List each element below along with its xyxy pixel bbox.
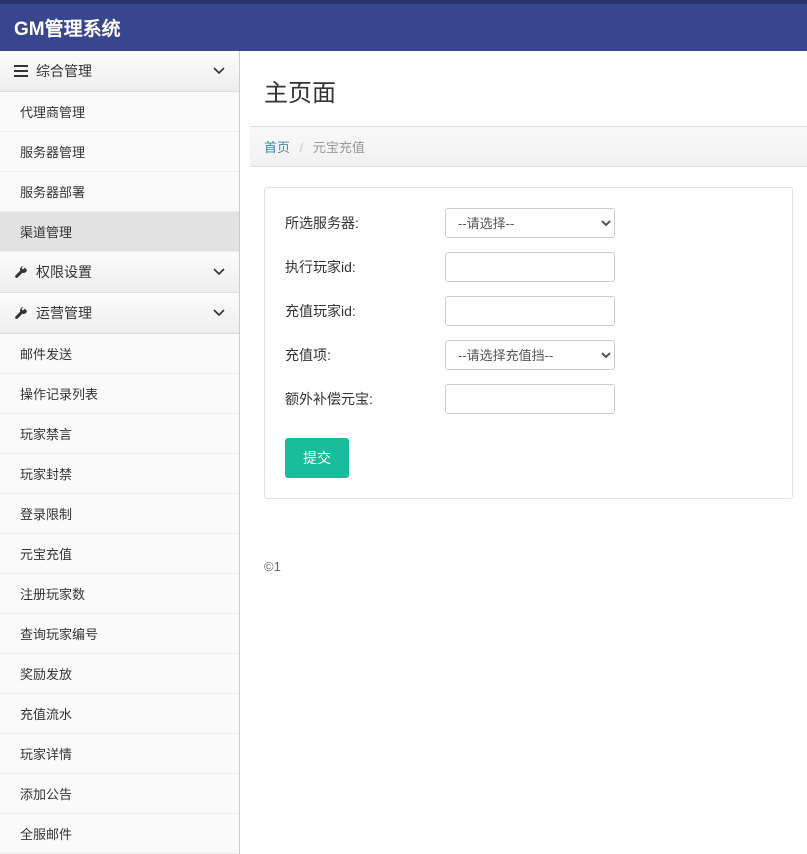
server-label: 所选服务器: [285, 213, 445, 233]
wrench-icon [14, 265, 28, 279]
sidebar: 综合管理 代理商管理 服务器管理 服务器部署 渠道管理 权限设置 运营管理 [0, 51, 240, 854]
footer-text: ©1 [250, 519, 807, 614]
sidebar-item-channel[interactable]: 渠道管理 [0, 212, 239, 252]
chevron-down-icon [213, 268, 225, 276]
sidebar-item-mute[interactable]: 玩家禁言 [0, 414, 239, 454]
sidebar-item-mail-send[interactable]: 邮件发送 [0, 334, 239, 374]
sidebar-item-add-notice[interactable]: 添加公告 [0, 774, 239, 814]
submit-button[interactable]: 提交 [285, 438, 349, 478]
menu-group-general[interactable]: 综合管理 [0, 51, 239, 92]
app-title: GM管理系统 [14, 19, 121, 40]
wrench-icon [14, 306, 28, 320]
chevron-down-icon [213, 309, 225, 317]
recharge-item-label: 充值项: [285, 345, 445, 365]
list-icon [14, 65, 28, 77]
menu-group-operation[interactable]: 运营管理 [0, 293, 239, 334]
exec-player-input[interactable] [445, 252, 615, 282]
sidebar-item-ban[interactable]: 玩家封禁 [0, 454, 239, 494]
page-title: 主页面 [250, 51, 807, 126]
submenu-operation: 邮件发送 操作记录列表 玩家禁言 玩家封禁 登录限制 元宝充值 注册玩家数 查询… [0, 334, 239, 854]
sidebar-item-agent[interactable]: 代理商管理 [0, 92, 239, 132]
sidebar-item-player-detail[interactable]: 玩家详情 [0, 734, 239, 774]
recharge-player-label: 充值玩家id: [285, 301, 445, 321]
menu-group-label: 综合管理 [36, 61, 92, 81]
sidebar-item-query-player[interactable]: 查询玩家编号 [0, 614, 239, 654]
sidebar-item-oplog[interactable]: 操作记录列表 [0, 374, 239, 414]
breadcrumb-home[interactable]: 首页 [264, 140, 290, 155]
menu-group-label: 权限设置 [36, 262, 92, 282]
app-header: GM管理系统 [0, 0, 807, 51]
recharge-player-input[interactable] [445, 296, 615, 326]
sidebar-item-global-mail[interactable]: 全服邮件 [0, 814, 239, 854]
main-content: 主页面 首页 / 元宝充值 所选服务器: --请选择-- 执行玩家id: [240, 51, 807, 854]
extra-input[interactable] [445, 384, 615, 414]
breadcrumb-separator: / [300, 140, 304, 155]
exec-player-label: 执行玩家id: [285, 257, 445, 277]
sidebar-item-reward[interactable]: 奖励发放 [0, 654, 239, 694]
submenu-general: 代理商管理 服务器管理 服务器部署 渠道管理 [0, 92, 239, 252]
breadcrumb: 首页 / 元宝充值 [250, 126, 807, 167]
form-panel: 所选服务器: --请选择-- 执行玩家id: 充值玩家id: [264, 187, 793, 499]
sidebar-item-recharge[interactable]: 元宝充值 [0, 534, 239, 574]
extra-label: 额外补偿元宝: [285, 389, 445, 409]
menu-group-permission[interactable]: 权限设置 [0, 252, 239, 293]
sidebar-item-server-manage[interactable]: 服务器管理 [0, 132, 239, 172]
sidebar-item-server-deploy[interactable]: 服务器部署 [0, 172, 239, 212]
sidebar-item-recharge-flow[interactable]: 充值流水 [0, 694, 239, 734]
server-select[interactable]: --请选择-- [445, 208, 615, 238]
menu-group-label: 运营管理 [36, 303, 92, 323]
breadcrumb-current: 元宝充值 [313, 140, 365, 155]
chevron-down-icon [213, 67, 225, 75]
sidebar-item-register-count[interactable]: 注册玩家数 [0, 574, 239, 614]
recharge-item-select[interactable]: --请选择充值挡-- [445, 340, 615, 370]
sidebar-item-login-limit[interactable]: 登录限制 [0, 494, 239, 534]
